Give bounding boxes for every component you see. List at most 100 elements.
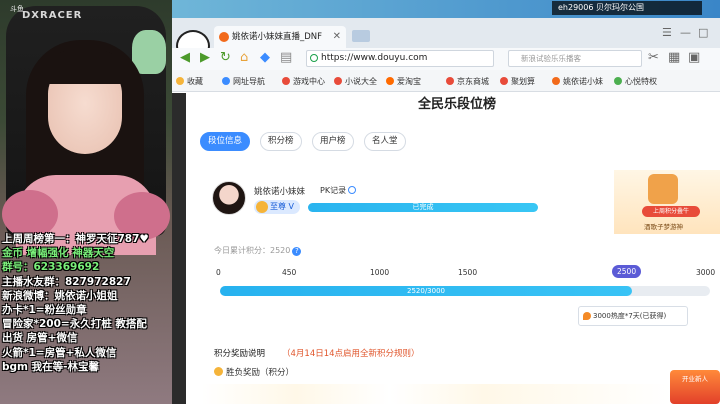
bookmark-item[interactable]: 网址导航	[222, 76, 265, 87]
bookmark-item[interactable]: 爱淘宝	[386, 76, 421, 87]
tab-active[interactable]: 姚依诺小妹妹直播_DNF ✕	[214, 26, 346, 48]
minimize-icon[interactable]: —	[680, 26, 691, 39]
win-lose-label: 胜负奖励（积分）	[226, 368, 295, 378]
search-input[interactable]: 新浪试验乐乐播客	[508, 50, 642, 67]
left-sidebar-strip	[172, 93, 186, 404]
score-tick: 0	[216, 268, 221, 277]
info-icon[interactable]	[348, 186, 357, 194]
bookmark-label: 网址导航	[233, 77, 265, 86]
flame-icon	[583, 312, 591, 320]
bookmark-item[interactable]: 京东商城	[446, 76, 489, 87]
bookmark-item[interactable]: 小说大全	[334, 76, 377, 87]
bookmark-icon	[386, 77, 394, 85]
scissors-icon[interactable]: ✂	[648, 50, 659, 65]
win-lose-reward: 胜负奖励（积分）	[214, 366, 294, 378]
bookmark-label: 爱淘宝	[397, 77, 421, 86]
menu-icon[interactable]: ☰	[662, 26, 672, 39]
overlay-line: 火箭*1=房管+私人微信	[2, 346, 117, 359]
bookmark-label: 游戏中心	[293, 77, 325, 86]
extension-icon[interactable]: ▣	[688, 50, 700, 65]
bookmark-label: 心悦特权	[625, 77, 657, 86]
overlay-line: 主播水友群：827972827	[2, 275, 131, 288]
home-icon[interactable]: ⌂	[240, 50, 248, 65]
forward-icon[interactable]: ▶	[200, 50, 210, 65]
search-placeholder: 新浪试验乐乐播客	[521, 54, 581, 63]
score-tick: 1000	[370, 268, 390, 277]
stream-info-overlay: 上周周榜第一：神罗天征787♥ 金币 增幅强化 神器天空 群号：623369692 主…	[0, 232, 172, 374]
trophy-icon	[648, 174, 678, 204]
bookmark-icon	[552, 77, 560, 85]
refresh-icon[interactable]: ↻	[220, 50, 231, 65]
current-level-marker: 2500	[612, 265, 642, 278]
pk-status: 已完成	[412, 203, 434, 211]
page-title: 全民乐段位榜	[418, 97, 497, 112]
medal-icon	[256, 201, 268, 213]
today-score-text: 今日累计积分：2520	[214, 246, 291, 255]
corner-ad[interactable]: 开业新人	[670, 370, 720, 404]
overlay-line: 冒险家*200=永久打桩 教搭配	[2, 318, 147, 331]
shield-icon[interactable]: ◆	[260, 50, 270, 65]
bookmark-item[interactable]: 聚划算	[500, 76, 535, 87]
new-tab-button[interactable]	[352, 30, 370, 42]
lock-icon	[310, 54, 318, 62]
streamer-bangs	[44, 50, 126, 84]
reward-tooltip: 3000热度*7天(已获得)	[578, 306, 688, 326]
score-progress-text: 2520/3000	[407, 287, 445, 295]
overlay-line: 新浪微博：姚依诺小姐姐	[2, 289, 118, 302]
reward-text: 3000热度*7天(已获得)	[593, 312, 667, 320]
webcam-feed: 斗鱼 DXRACER 上周周榜第一：神罗天征787♥ 金币 增幅强化 神器天空 群号…	[0, 0, 172, 404]
bookmark-item[interactable]: 姚依诺小妹	[552, 76, 603, 87]
bookmark-icon	[334, 77, 342, 85]
score-tick: 3000	[696, 268, 716, 277]
tab-hall-of-fame[interactable]: 名人堂	[364, 132, 406, 151]
promo-subtitle: 酒歌子梦游神	[644, 223, 683, 231]
chair-brand: DXRACER	[22, 10, 83, 21]
reward-table-row	[202, 384, 672, 404]
bookmark-item[interactable]: 心悦特权	[614, 76, 657, 87]
rules-title: 积分奖励说明	[214, 349, 266, 359]
tab-score-board[interactable]: 积分榜	[260, 132, 302, 151]
coin-icon	[214, 367, 223, 376]
score-tick: 450	[282, 268, 297, 277]
bookmark-icon	[614, 77, 622, 85]
avatar[interactable]	[212, 181, 246, 215]
overlay-line: bgm 我在等-林宝馨	[2, 360, 99, 373]
rules-note: （4月14日14点启用全新积分规则）	[282, 349, 420, 359]
tab-rank-info[interactable]: 段位信息	[200, 132, 251, 151]
pk-record-label: PK记录	[320, 186, 347, 195]
bookmark-label: 小说大全	[345, 77, 377, 86]
back-icon[interactable]: ◀	[180, 50, 190, 65]
apps-icon[interactable]: ▦	[668, 50, 680, 65]
bookmark-icon	[176, 77, 184, 85]
today-score-label: 今日累计积分：2520?	[214, 245, 302, 256]
bookmark-icon	[282, 77, 290, 85]
tab-close-icon[interactable]: ✕	[333, 26, 341, 48]
bookmark-label: 收藏	[187, 77, 203, 86]
rank-label: 至尊 V	[270, 202, 295, 211]
bookmark-label: 京东商城	[457, 77, 489, 86]
help-icon[interactable]: ?	[292, 247, 302, 256]
bookmark-item[interactable]: 收藏	[176, 76, 203, 87]
bookmark-label: 姚依诺小妹	[563, 77, 603, 86]
tab-title: 姚依诺小妹妹直播_DNF	[232, 32, 323, 42]
overlay-line: 上周周榜第一：神罗天征787♥	[2, 233, 149, 245]
overlay-line: 出货 房管+微信	[2, 332, 78, 345]
pk-record-link[interactable]: PK记录	[320, 185, 357, 196]
maximize-icon[interactable]: □	[698, 26, 708, 39]
bookmark-label: 聚划算	[511, 77, 535, 86]
douyu-tab-icon	[219, 32, 229, 42]
overlay-line: 群号：623369692	[2, 261, 100, 274]
viewer-nick-overlay: eh29006 贝尔玛尔公国	[552, 1, 702, 15]
bookmark-icon	[222, 77, 230, 85]
bookmark-icon	[500, 77, 508, 85]
score-tick: 1500	[458, 268, 478, 277]
reader-icon[interactable]: ▤	[280, 50, 292, 65]
overlay-line: 办卡*1=粉丝勋章	[2, 304, 87, 317]
url-input[interactable]: https://www.douyu.com	[306, 50, 494, 67]
promo-button[interactable]: 上周积分叠牛	[642, 206, 700, 217]
bookmark-item[interactable]: 游戏中心	[282, 76, 325, 87]
tab-user-board[interactable]: 用户榜	[312, 132, 354, 151]
url-text: https://www.douyu.com	[321, 53, 428, 63]
rank-badge: 至尊 V	[254, 200, 301, 214]
user-name: 姚依诺小妹妹	[254, 187, 306, 197]
